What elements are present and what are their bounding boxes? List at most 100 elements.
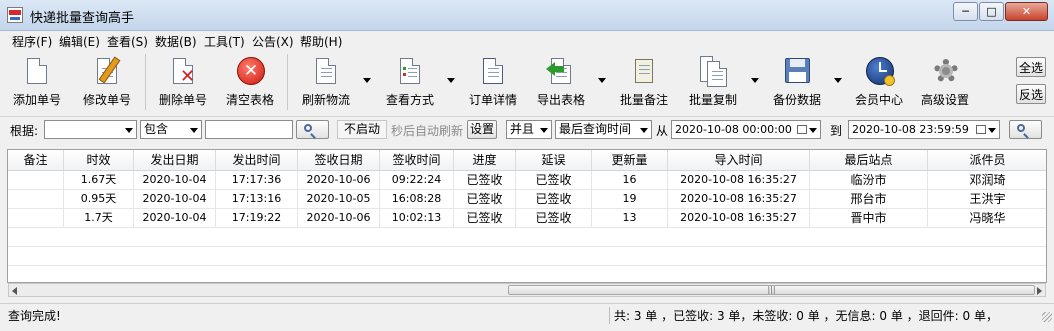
- from-label: 从: [656, 124, 669, 138]
- table-row[interactable]: 0.95天 2020-10-04 17:13:16 2020-10-05 16:…: [8, 190, 1046, 209]
- filter-bar: 根据: 包含 不启动 秒后自动刷新 设置 并且 最后查询时间 从 2020-10…: [0, 117, 1054, 141]
- toolbar: 添加单号 修改单号 ✕ 删除单号 ✕ 清空表格 刷新物流 查看方式 订单详情 导…: [0, 50, 1054, 117]
- time-field-select[interactable]: 最后查询时间: [555, 120, 652, 139]
- resize-grip-icon[interactable]: [1042, 312, 1052, 322]
- menu-help[interactable]: 帮助(H): [300, 33, 342, 50]
- close-button[interactable]: ✕: [1005, 2, 1048, 21]
- search-button[interactable]: [296, 120, 329, 139]
- delete-document-icon: ✕: [168, 56, 198, 88]
- settings-button[interactable]: 设置: [467, 120, 497, 139]
- advanced-settings-button[interactable]: 高级设置: [916, 54, 974, 112]
- menu-data[interactable]: 数据(B): [155, 33, 197, 50]
- app-icon: [7, 7, 23, 23]
- menu-edit[interactable]: 编辑(E): [59, 33, 100, 50]
- auto-refresh-text: 秒后自动刷新: [391, 124, 464, 138]
- empty-row: [8, 228, 1046, 247]
- clock-icon: [864, 56, 895, 88]
- column-header[interactable]: 导入时间: [668, 150, 810, 170]
- status-summary: 共: 3 单 ，已签收: 3 单，未签收: 0 单 ，无信息: 0 单 ，退回件…: [609, 307, 998, 324]
- list-document-icon: [311, 56, 341, 88]
- status-message: 查询完成!: [8, 309, 61, 323]
- search-icon: [304, 124, 312, 132]
- view-mode-button[interactable]: 查看方式: [380, 54, 440, 112]
- clear-icon: ✕: [235, 56, 265, 88]
- edit-number-button[interactable]: 修改单号: [78, 54, 136, 112]
- calendar-icon: [976, 125, 986, 134]
- chevron-down-icon: [190, 128, 198, 133]
- date-search-button[interactable]: [1009, 120, 1042, 139]
- table-header: 备注 时效 发出日期 发出时间 签收日期 签收时间 进度 延误 更新量 导入时间…: [8, 150, 1046, 171]
- menu-bar: 程序(F) 编辑(E) 查看(S) 数据(B) 工具(T) 公告(X) 帮助(H…: [0, 31, 1054, 49]
- menu-notice[interactable]: 公告(X): [252, 33, 294, 50]
- horizontal-scrollbar[interactable]: |||: [8, 283, 1046, 297]
- gear-icon: [930, 56, 960, 88]
- scroll-thumb[interactable]: |||: [508, 285, 1035, 295]
- window-title: 快递批量查询高手: [30, 11, 135, 26]
- scroll-icon: [629, 56, 659, 88]
- backup-data-button[interactable]: 备份数据: [767, 54, 827, 112]
- export-dropdown-arrow[interactable]: [598, 78, 606, 83]
- menu-view[interactable]: 查看(S): [107, 33, 148, 50]
- to-datetime-picker[interactable]: 2020-10-08 23:59:59: [848, 120, 1000, 139]
- batch-copy-button[interactable]: 批量复制: [683, 54, 743, 112]
- empty-row: [8, 247, 1046, 266]
- floppy-disk-icon: [782, 56, 812, 88]
- status-bar: 查询完成! 共: 3 单 ，已签收: 3 单，未签收: 0 单 ，无信息: 0 …: [0, 303, 1054, 324]
- column-header[interactable]: 延误: [516, 150, 592, 170]
- checklist-icon: [395, 56, 425, 88]
- add-number-button[interactable]: 添加单号: [8, 54, 66, 112]
- title-bar: 快递批量查询高手 ─ □ ✕: [0, 0, 1054, 31]
- batch-note-button[interactable]: 批量备注: [614, 54, 674, 112]
- chevron-down-icon: [125, 128, 133, 133]
- chevron-down-icon: [640, 128, 648, 133]
- from-datetime-picker[interactable]: 2020-10-08 00:00:00: [671, 120, 821, 139]
- backup-dropdown-arrow[interactable]: [834, 78, 842, 83]
- minimize-button[interactable]: ─: [953, 2, 978, 21]
- new-document-icon: [22, 56, 52, 88]
- scroll-right-arrow[interactable]: [1037, 287, 1042, 295]
- filter-field-select[interactable]: [44, 120, 137, 139]
- column-header[interactable]: 派件员: [928, 150, 1046, 170]
- menu-program[interactable]: 程序(F): [12, 33, 52, 50]
- export-table-button[interactable]: 导出表格: [531, 54, 591, 112]
- column-header[interactable]: 发出时间: [216, 150, 298, 170]
- batch-copy-dropdown-arrow[interactable]: [751, 78, 759, 83]
- filter-by-label: 根据:: [10, 124, 39, 138]
- logic-select[interactable]: 并且: [506, 120, 552, 139]
- refresh-dropdown-arrow[interactable]: [363, 78, 371, 83]
- detail-document-icon: [478, 56, 508, 88]
- column-header[interactable]: 更新量: [592, 150, 668, 170]
- calendar-icon: [797, 125, 807, 134]
- order-detail-button[interactable]: 订单详情: [464, 54, 522, 112]
- member-center-button[interactable]: 会员中心: [850, 54, 908, 112]
- view-mode-dropdown-arrow[interactable]: [447, 78, 455, 83]
- invert-selection-button[interactable]: 反选: [1016, 84, 1046, 104]
- auto-refresh-toggle[interactable]: 不启动: [337, 120, 387, 139]
- scroll-left-arrow[interactable]: [12, 287, 17, 295]
- keyword-input[interactable]: [205, 120, 293, 139]
- clear-table-button[interactable]: ✕ 清空表格: [221, 54, 279, 112]
- search-icon: [1017, 124, 1025, 132]
- column-header[interactable]: 最后站点: [810, 150, 928, 170]
- refresh-logistics-button[interactable]: 刷新物流: [296, 54, 356, 112]
- chevron-down-icon: [988, 128, 996, 133]
- chevron-down-icon: [809, 128, 817, 133]
- column-header[interactable]: 时效: [64, 150, 134, 170]
- delete-number-button[interactable]: ✕ 删除单号: [154, 54, 212, 112]
- table-row[interactable]: 1.67天 2020-10-04 17:17:36 2020-10-06 09:…: [8, 171, 1046, 190]
- column-header[interactable]: 发出日期: [134, 150, 216, 170]
- match-mode-select[interactable]: 包含: [140, 120, 202, 139]
- copy-icon: [698, 56, 728, 88]
- table-row[interactable]: 1.7天 2020-10-04 17:19:22 2020-10-06 10:0…: [8, 209, 1046, 228]
- chevron-down-icon: [540, 128, 548, 133]
- results-table[interactable]: 备注 时效 发出日期 发出时间 签收日期 签收时间 进度 延误 更新量 导入时间…: [7, 149, 1047, 283]
- column-header[interactable]: 签收时间: [380, 150, 454, 170]
- column-header[interactable]: 备注: [8, 150, 64, 170]
- select-all-button[interactable]: 全选: [1016, 57, 1046, 77]
- pencil-document-icon: [92, 56, 122, 88]
- export-arrow-icon: [546, 56, 576, 88]
- column-header[interactable]: 签收日期: [298, 150, 380, 170]
- maximize-button[interactable]: □: [979, 2, 1004, 21]
- menu-tools[interactable]: 工具(T): [204, 33, 245, 50]
- column-header[interactable]: 进度: [454, 150, 516, 170]
